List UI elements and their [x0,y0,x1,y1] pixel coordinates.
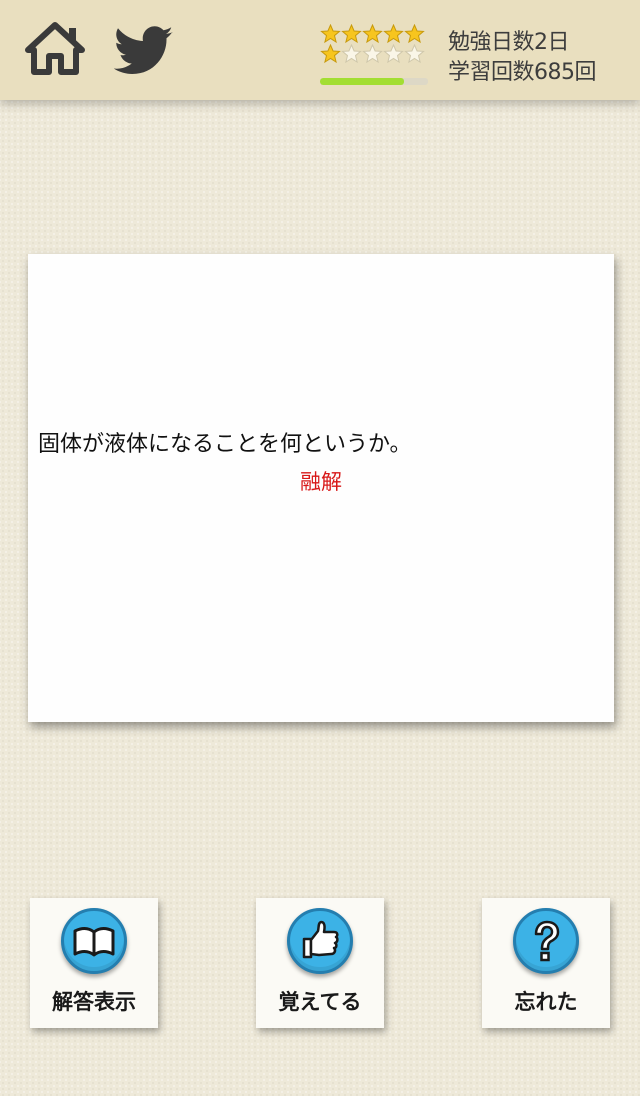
star-icon [320,24,341,44]
top-bar: 勉強日数2日 学習回数685回 [0,0,640,100]
rating-row-1 [320,24,430,44]
twitter-icon[interactable] [114,26,174,76]
show-answer-label: 解答表示 [52,990,136,1014]
flash-card[interactable]: 固体が液体になることを何というか。 融解 [28,254,614,722]
book-icon [73,927,115,957]
show-answer-circle [61,908,127,974]
star-icon [383,44,404,64]
remember-label: 覚えてる [278,990,362,1014]
remember-circle [287,908,353,974]
answer-text: 融解 [300,470,342,494]
thumbs-up-icon [302,920,339,959]
progress-bar [320,78,428,85]
home-icon[interactable] [24,20,86,76]
forgot-button[interactable]: 忘れた [482,898,610,1028]
rating-row-2 [320,44,430,64]
study-count: 学習回数685回 [448,60,597,85]
star-icon [362,24,383,44]
star-icon [320,44,341,64]
question-text: 固体が液体になることを何というか。 [38,432,412,457]
forgot-label: 忘れた [514,990,578,1014]
star-icon [341,24,362,44]
star-icon [383,24,404,44]
forgot-circle [513,908,579,974]
star-icon [341,44,362,64]
remember-button[interactable]: 覚えてる [256,898,384,1028]
star-icon [404,24,425,44]
study-days: 勉強日数2日 [448,30,570,55]
question-mark-icon [534,920,560,962]
progress-bar-fill [320,78,405,85]
rating-stars [320,24,430,64]
show-answer-button[interactable]: 解答表示 [30,898,158,1028]
star-icon [362,44,383,64]
star-icon [404,44,425,64]
